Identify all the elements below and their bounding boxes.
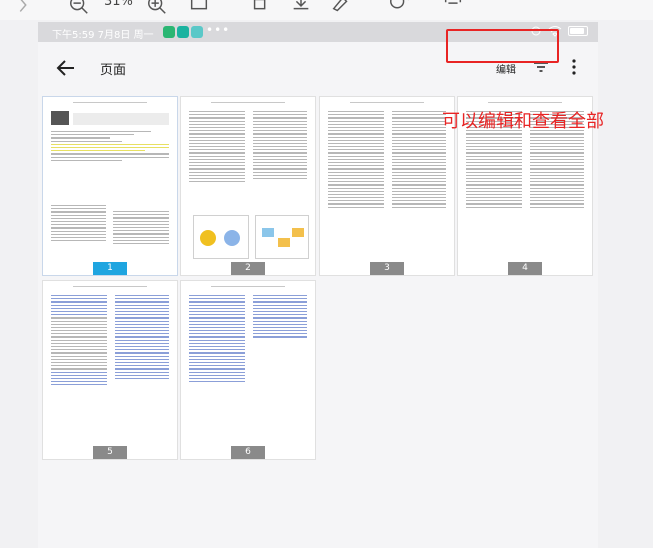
battery-icon: [568, 26, 588, 36]
more-vertical-icon[interactable]: [566, 57, 582, 77]
page-title: 页面: [100, 63, 127, 78]
chevron-right-icon[interactable]: [12, 0, 34, 16]
page-content: [51, 295, 169, 441]
page-thumbnail[interactable]: 2: [180, 96, 316, 276]
page-number-label: 1: [93, 262, 127, 275]
page-grid: 1 2 3 4 5 6: [38, 94, 598, 548]
annotation-highlight-box: [446, 29, 559, 63]
top-toolbar: 31%: [0, 0, 653, 20]
page-number-label: 6: [231, 446, 265, 459]
page-number-label: 4: [508, 262, 542, 275]
page-content: [51, 111, 169, 257]
app-badge-icon: [163, 26, 175, 38]
zoom-out-icon[interactable]: [68, 0, 90, 16]
page-number-label: 5: [93, 446, 127, 459]
zoom-level: 31%: [104, 0, 133, 9]
pen-icon[interactable]: [330, 0, 352, 16]
annotation-text: 可以编辑和查看全部: [442, 111, 604, 132]
status-badges: [163, 26, 203, 38]
device-screen: 下午5:59 7月8日 周一 ••• 页面 编辑 1 2 3 4 5 6: [38, 22, 598, 548]
zoom-in-icon[interactable]: [146, 0, 168, 16]
page-thumbnail[interactable]: 3: [319, 96, 455, 276]
crop-icon[interactable]: [250, 0, 272, 16]
page-thumbnail[interactable]: 1: [42, 96, 178, 276]
edit-button[interactable]: 编辑: [496, 61, 516, 76]
scan-icon[interactable]: [442, 0, 464, 16]
page-number-label: 3: [370, 262, 404, 275]
back-arrow-icon[interactable]: [54, 56, 78, 80]
page-thumbnail[interactable]: 5: [42, 280, 178, 460]
more-dots-icon: •••: [206, 23, 231, 37]
app-badge-icon: [191, 26, 203, 38]
page-thumbnail[interactable]: 6: [180, 280, 316, 460]
ocr-icon[interactable]: [388, 0, 410, 16]
page-content: [328, 111, 446, 257]
calculator-icon[interactable]: [188, 0, 210, 16]
status-time: 下午5:59 7月8日 周一: [52, 30, 154, 41]
page-content: [189, 295, 307, 441]
page-number-label: 2: [231, 262, 265, 275]
app-badge-icon: [177, 26, 189, 38]
page-content: [189, 111, 309, 259]
download-icon[interactable]: [290, 0, 312, 16]
